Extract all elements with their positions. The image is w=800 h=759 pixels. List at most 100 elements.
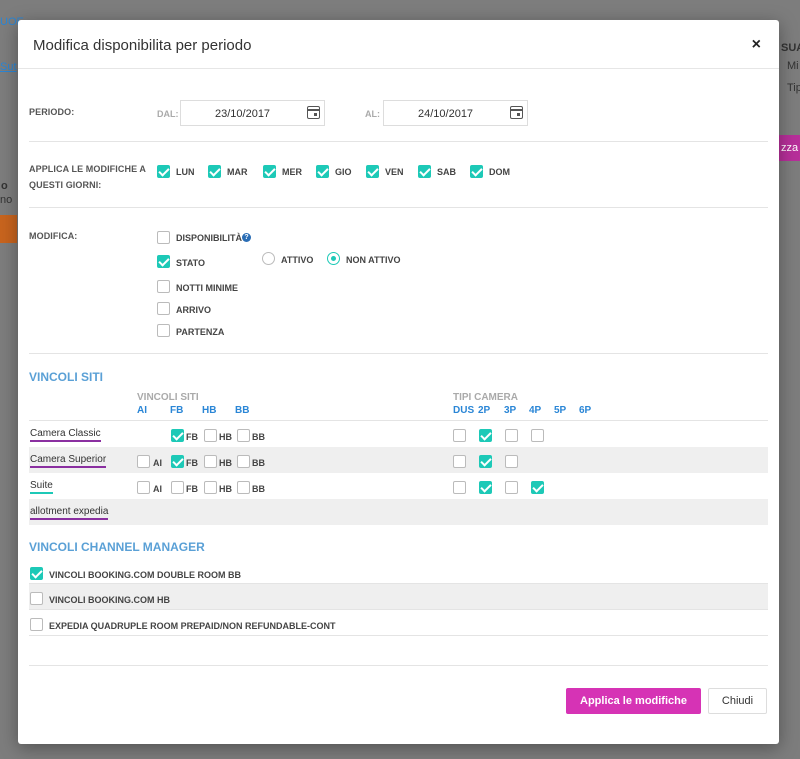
bg-fragment-sut: Sut: [0, 61, 17, 73]
divider: [29, 353, 768, 354]
room-checkbox-3p[interactable]: [505, 455, 518, 468]
vincoli-siti-title: VINCOLI SITI: [29, 370, 104, 384]
day-label-ven: VEN: [385, 167, 404, 177]
bb-label: BB: [252, 484, 265, 494]
fb-checkbox[interactable]: [171, 455, 184, 468]
bb-label: BB: [252, 432, 265, 442]
hb-label: HB: [219, 484, 232, 494]
hb-checkbox[interactable]: [204, 481, 217, 494]
hb-checkbox[interactable]: [204, 455, 217, 468]
partenza-checkbox[interactable]: [157, 324, 170, 337]
divider: [29, 665, 768, 666]
al-label: AL:: [365, 109, 380, 119]
room-checkbox-dus[interactable]: [453, 455, 466, 468]
room-checkbox-3p[interactable]: [505, 429, 518, 442]
day-checkbox-mar[interactable]: [208, 165, 221, 178]
ai-checkbox[interactable]: [137, 481, 150, 494]
apply-changes-button[interactable]: Applica le modifiche: [566, 688, 701, 714]
divider: [29, 207, 768, 208]
day-label-sab: SAB: [437, 167, 457, 177]
fb-label: FB: [186, 484, 198, 494]
room-checkbox-4p[interactable]: [531, 429, 544, 442]
room-checkbox-dus[interactable]: [453, 481, 466, 494]
close-button[interactable]: Chiudi: [708, 688, 767, 714]
hb-label: HB: [219, 432, 232, 442]
disponibilita-checkbox[interactable]: [157, 231, 170, 244]
day-label-mar: MAR: [227, 167, 248, 177]
ai-checkbox[interactable]: [137, 455, 150, 468]
bg-fragment-zza: zza: [781, 142, 799, 154]
channel-checkbox-expedia-quadruple[interactable]: [30, 618, 43, 631]
row-divider: [29, 635, 768, 636]
bg-fragment-tip: Tip: [787, 82, 800, 94]
arrivo-checkbox[interactable]: [157, 302, 170, 315]
room-checkbox-2p[interactable]: [479, 455, 492, 468]
fb-checkbox[interactable]: [171, 429, 184, 442]
day-label-lun: LUN: [176, 167, 195, 177]
modifica-label: MODIFICA:: [29, 231, 78, 241]
channel-checkbox-booking-hb[interactable]: [30, 592, 43, 605]
row-name-allotment-expedia: allotment expedia: [30, 506, 109, 520]
modal-header: Modifica disponibilita per periodo ×: [18, 20, 779, 69]
notti-minime-checkbox[interactable]: [157, 280, 170, 293]
partenza-label: PARTENZA: [176, 327, 225, 337]
room-checkbox-4p[interactable]: [531, 481, 544, 494]
bg-fragment-no: no: [0, 194, 13, 206]
row-name-camera-superior: Camera Superior: [30, 454, 107, 468]
fb-label: FB: [186, 432, 198, 442]
day-checkbox-ven[interactable]: [366, 165, 379, 178]
divider: [29, 141, 768, 142]
room-checkbox-2p[interactable]: [479, 429, 492, 442]
stato-checkbox[interactable]: [157, 255, 170, 268]
col-head-fb: FB: [170, 405, 184, 416]
day-checkbox-dom[interactable]: [470, 165, 483, 178]
dal-date-value: 23/10/2017: [215, 108, 271, 120]
bg-fragment-o: o: [1, 180, 8, 192]
attivo-radio[interactable]: [262, 252, 275, 265]
help-icon[interactable]: ?: [242, 233, 251, 242]
bb-checkbox[interactable]: [237, 429, 250, 442]
vincoli-channel-title: VINCOLI CHANNEL MANAGER: [29, 540, 205, 554]
day-checkbox-sab[interactable]: [418, 165, 431, 178]
dal-date-input[interactable]: 23/10/2017: [180, 100, 325, 126]
stato-label: STATO: [176, 258, 205, 268]
tipi-camera-label: TIPI CAMERA: [453, 392, 518, 403]
col-head-ai: AI: [137, 405, 147, 416]
room-checkbox-2p[interactable]: [479, 481, 492, 494]
giorni-label-line1: APPLICA LE MODIFICHE A: [29, 164, 147, 174]
vincoli-siti-group-label: VINCOLI SITI: [137, 392, 199, 403]
bb-label: BB: [252, 458, 265, 468]
col-head-bb: BB: [235, 405, 250, 416]
modal-dialog: Modifica disponibilita per periodo × PER…: [18, 20, 779, 744]
channel-label-booking-hb: VINCOLI BOOKING.COM HB: [49, 595, 170, 605]
calendar-icon[interactable]: [307, 106, 320, 119]
col-head-dus: DUS: [453, 405, 475, 416]
table-row: [29, 499, 768, 525]
day-checkbox-mer[interactable]: [263, 165, 276, 178]
col-head-4p: 4P: [529, 405, 542, 416]
close-icon[interactable]: ×: [752, 36, 761, 54]
al-date-input[interactable]: 24/10/2017: [383, 100, 528, 126]
bb-checkbox[interactable]: [237, 481, 250, 494]
bb-checkbox[interactable]: [237, 455, 250, 468]
bg-fragment-min: Mi: [787, 60, 799, 72]
bg-fragment-sua: SUA: [781, 42, 800, 54]
disponibilita-label: DISPONIBILITÀ: [176, 233, 243, 243]
col-head-3p: 3P: [504, 405, 517, 416]
calendar-icon[interactable]: [510, 106, 523, 119]
channel-checkbox-booking-double-bb[interactable]: [30, 567, 43, 580]
periodo-label: PERIODO:: [29, 107, 75, 117]
row-name-suite: Suite: [30, 480, 53, 494]
day-checkbox-lun[interactable]: [157, 165, 170, 178]
giorni-label-line2: QUESTI GIORNI:: [29, 180, 102, 190]
ai-label: AI: [153, 484, 162, 494]
hb-checkbox[interactable]: [204, 429, 217, 442]
room-checkbox-3p[interactable]: [505, 481, 518, 494]
day-label-gio: GIO: [335, 167, 352, 177]
day-checkbox-gio[interactable]: [316, 165, 329, 178]
fb-checkbox[interactable]: [171, 481, 184, 494]
al-date-value: 24/10/2017: [418, 108, 474, 120]
table-row: [29, 421, 768, 447]
room-checkbox-dus[interactable]: [453, 429, 466, 442]
non-attivo-radio[interactable]: [327, 252, 340, 265]
